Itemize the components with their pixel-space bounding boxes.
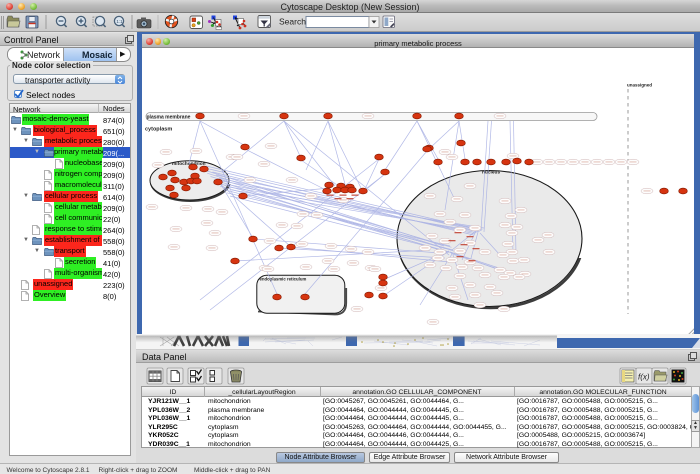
- svg-text:unassigned: unassigned: [627, 83, 652, 88]
- svg-text:Search:: Search:: [279, 17, 308, 27]
- svg-text:1:1: 1:1: [116, 19, 123, 24]
- svg-text:endoplasmic reticulum: endoplasmic reticulum: [260, 277, 307, 282]
- svg-text:plasma membrane: plasma membrane: [147, 115, 191, 121]
- svg-text:cytoplasm: cytoplasm: [145, 127, 172, 133]
- svg-text:f(x): f(x): [638, 373, 650, 382]
